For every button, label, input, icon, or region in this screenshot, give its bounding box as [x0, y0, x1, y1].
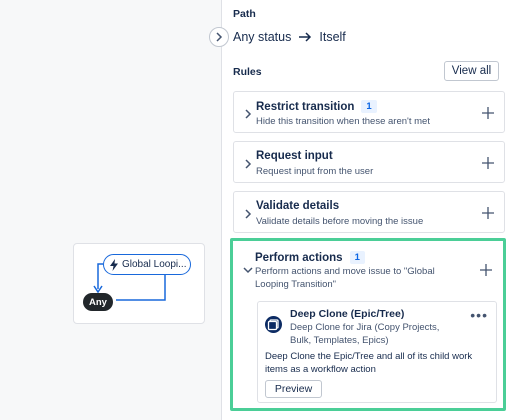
- rule-request-input[interactable]: Request input Request input from the use…: [233, 141, 505, 183]
- path-to-status: Itself: [319, 30, 346, 44]
- rule-validate-details[interactable]: Validate details Validate details before…: [233, 191, 505, 233]
- lightning-icon: [110, 258, 118, 271]
- rule-description-line1: Perform actions and move issue to "Globa…: [255, 266, 435, 277]
- chevron-right-icon[interactable]: [244, 109, 252, 119]
- panel-divider: [221, 0, 222, 420]
- action-description-line2: items as a workflow action: [265, 364, 376, 375]
- path-summary: Any status Itself: [233, 30, 346, 44]
- action-card-deep-clone[interactable]: Deep Clone (Epic/Tree) Deep Clone for Ji…: [257, 301, 497, 403]
- transition-node-global-looping[interactable]: Global Loopi...: [103, 254, 191, 275]
- status-node-label: Any: [89, 296, 107, 308]
- path-heading: Path: [233, 8, 256, 20]
- rule-title-row: Restrict transition 1: [256, 100, 377, 113]
- rule-count-badge: 1: [361, 100, 377, 113]
- chevron-right-icon[interactable]: [244, 209, 252, 219]
- view-all-button[interactable]: View all: [444, 61, 499, 81]
- rule-title: Perform actions: [255, 251, 343, 264]
- status-node-any[interactable]: Any: [83, 293, 113, 311]
- chevron-right-icon: [216, 32, 223, 42]
- action-title: Deep Clone (Epic/Tree): [290, 308, 405, 320]
- chevron-down-icon[interactable]: [243, 266, 253, 274]
- rule-title-row: Validate details: [256, 200, 339, 212]
- rules-heading: Rules: [233, 66, 262, 78]
- rule-description-line2: Looping Transition": [255, 279, 337, 290]
- action-description: Deep Clone the Epic/Tree and all of its …: [265, 350, 493, 376]
- more-icon[interactable]: •••: [470, 307, 488, 323]
- plus-icon[interactable]: [481, 106, 495, 120]
- path-from-status: Any status: [233, 30, 292, 44]
- rule-count-badge: 1: [349, 251, 365, 264]
- rule-title: Request input: [256, 150, 333, 162]
- workflow-diagram[interactable]: Global Loopi... Any: [73, 243, 205, 324]
- action-subtitle: Deep Clone for Jira (Copy Projects, Bulk…: [290, 321, 475, 347]
- rule-description: Hide this transition when these aren't m…: [256, 116, 430, 127]
- rule-description: Request input from the user: [256, 166, 374, 177]
- plus-icon[interactable]: [481, 156, 495, 170]
- transition-node-label: Global Loopi...: [122, 259, 187, 270]
- plus-icon[interactable]: [481, 206, 495, 220]
- rule-perform-actions[interactable]: Perform actions 1 Perform actions and mo…: [230, 238, 506, 411]
- workflow-canvas[interactable]: [0, 0, 221, 420]
- rule-description: Validate details before moving the issue: [256, 216, 424, 227]
- arrow-right-icon: [299, 32, 312, 42]
- rule-title-row: Perform actions 1: [255, 251, 365, 264]
- rule-title-row: Request input: [256, 150, 333, 162]
- collapse-panel-button[interactable]: [209, 27, 229, 47]
- deep-clone-app-icon: [265, 316, 282, 333]
- action-subtitle-line2: Bulk, Templates, Epics): [290, 335, 389, 346]
- chevron-right-icon[interactable]: [244, 159, 252, 169]
- rule-title: Restrict transition: [256, 100, 355, 113]
- plus-icon[interactable]: [479, 263, 493, 277]
- rule-restrict-transition[interactable]: Restrict transition 1 Hide this transiti…: [233, 91, 505, 133]
- action-description-line1: Deep Clone the Epic/Tree and all of its …: [265, 351, 473, 362]
- preview-button[interactable]: Preview: [265, 380, 322, 398]
- rule-title: Validate details: [256, 200, 340, 212]
- action-subtitle-line1: Deep Clone for Jira (Copy Projects,: [290, 322, 440, 333]
